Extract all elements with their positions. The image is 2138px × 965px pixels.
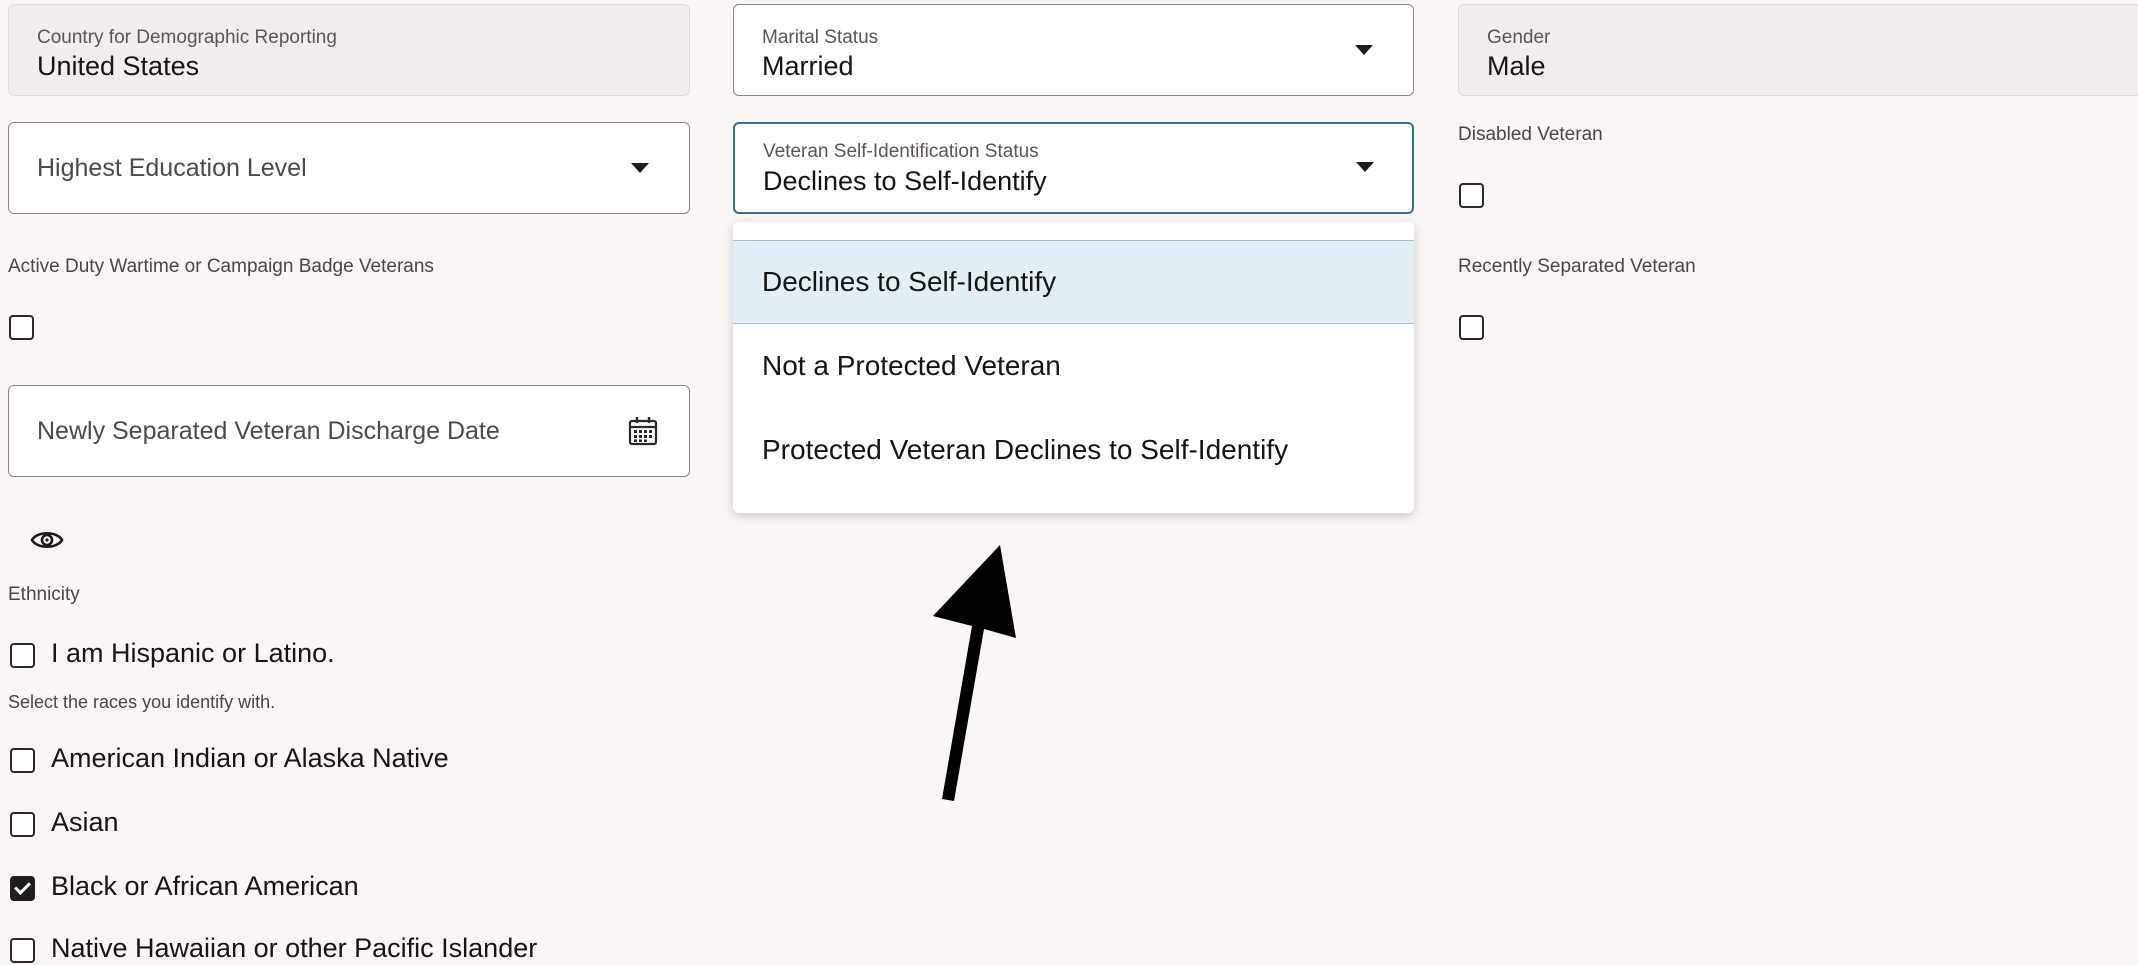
gender-label: Gender <box>1487 27 1551 48</box>
races-prompt: Select the races you identify with. <box>8 692 276 712</box>
caret-down-icon[interactable] <box>1355 45 1373 55</box>
disabled-veteran-checkbox[interactable] <box>1459 183 1484 208</box>
race-checkbox-black[interactable] <box>10 876 35 901</box>
education-select[interactable]: Highest Education Level <box>8 122 690 214</box>
country-label: Country for Demographic Reporting <box>37 27 337 48</box>
hispanic-label: I am Hispanic or Latino. <box>51 638 335 668</box>
hispanic-checkbox[interactable] <box>10 643 35 668</box>
country-value: United States <box>37 51 200 81</box>
race-checkbox-american-indian[interactable] <box>10 748 35 773</box>
gender-value: Male <box>1487 51 1546 81</box>
caret-down-icon[interactable] <box>631 163 649 173</box>
country-field: Country for Demographic Reporting United… <box>8 4 690 96</box>
race-checkbox-asian[interactable] <box>10 812 35 837</box>
dropdown-option-protected-declines[interactable]: Protected Veteran Declines to Self-Ident… <box>733 408 1414 492</box>
annotation-arrow <box>933 545 1016 801</box>
eye-icon[interactable] <box>30 527 64 553</box>
veteran-status-dropdown: Declines to Self-Identify Not a Protecte… <box>733 222 1414 513</box>
race-label-american-indian: American Indian or Alaska Native <box>51 743 449 773</box>
recently-separated-checkbox[interactable] <box>1459 315 1484 340</box>
recently-separated-label: Recently Separated Veteran <box>1458 256 1696 277</box>
active-duty-label: Active Duty Wartime or Campaign Badge Ve… <box>8 256 434 277</box>
veteran-status-value: Declines to Self-Identify <box>763 166 1047 196</box>
caret-down-icon[interactable] <box>1356 162 1374 172</box>
race-checkbox-native-hawaiian[interactable] <box>10 938 35 963</box>
marital-status-select[interactable]: Marital Status Married <box>733 4 1414 96</box>
gender-field: Gender Male <box>1458 4 2138 96</box>
discharge-date-field[interactable]: Newly Separated Veteran Discharge Date <box>8 385 690 477</box>
dropdown-option-not-protected[interactable]: Not a Protected Veteran <box>733 324 1414 408</box>
dropdown-option-declines[interactable]: Declines to Self-Identify <box>733 240 1414 324</box>
disabled-veteran-label: Disabled Veteran <box>1458 124 1603 145</box>
calendar-icon[interactable] <box>627 415 659 447</box>
education-placeholder: Highest Education Level <box>37 153 307 182</box>
veteran-status-select[interactable]: Veteran Self-Identification Status Decli… <box>733 122 1414 214</box>
active-duty-checkbox[interactable] <box>9 315 34 340</box>
ethnicity-label: Ethnicity <box>8 584 80 605</box>
veteran-status-label: Veteran Self-Identification Status <box>763 141 1039 162</box>
race-label-asian: Asian <box>51 807 119 837</box>
race-label-black: Black or African American <box>51 871 359 901</box>
marital-status-label: Marital Status <box>762 27 879 48</box>
race-label-native-hawaiian: Native Hawaiian or other Pacific Islande… <box>51 933 538 963</box>
discharge-date-placeholder: Newly Separated Veteran Discharge Date <box>37 416 500 445</box>
marital-status-value: Married <box>762 51 854 81</box>
